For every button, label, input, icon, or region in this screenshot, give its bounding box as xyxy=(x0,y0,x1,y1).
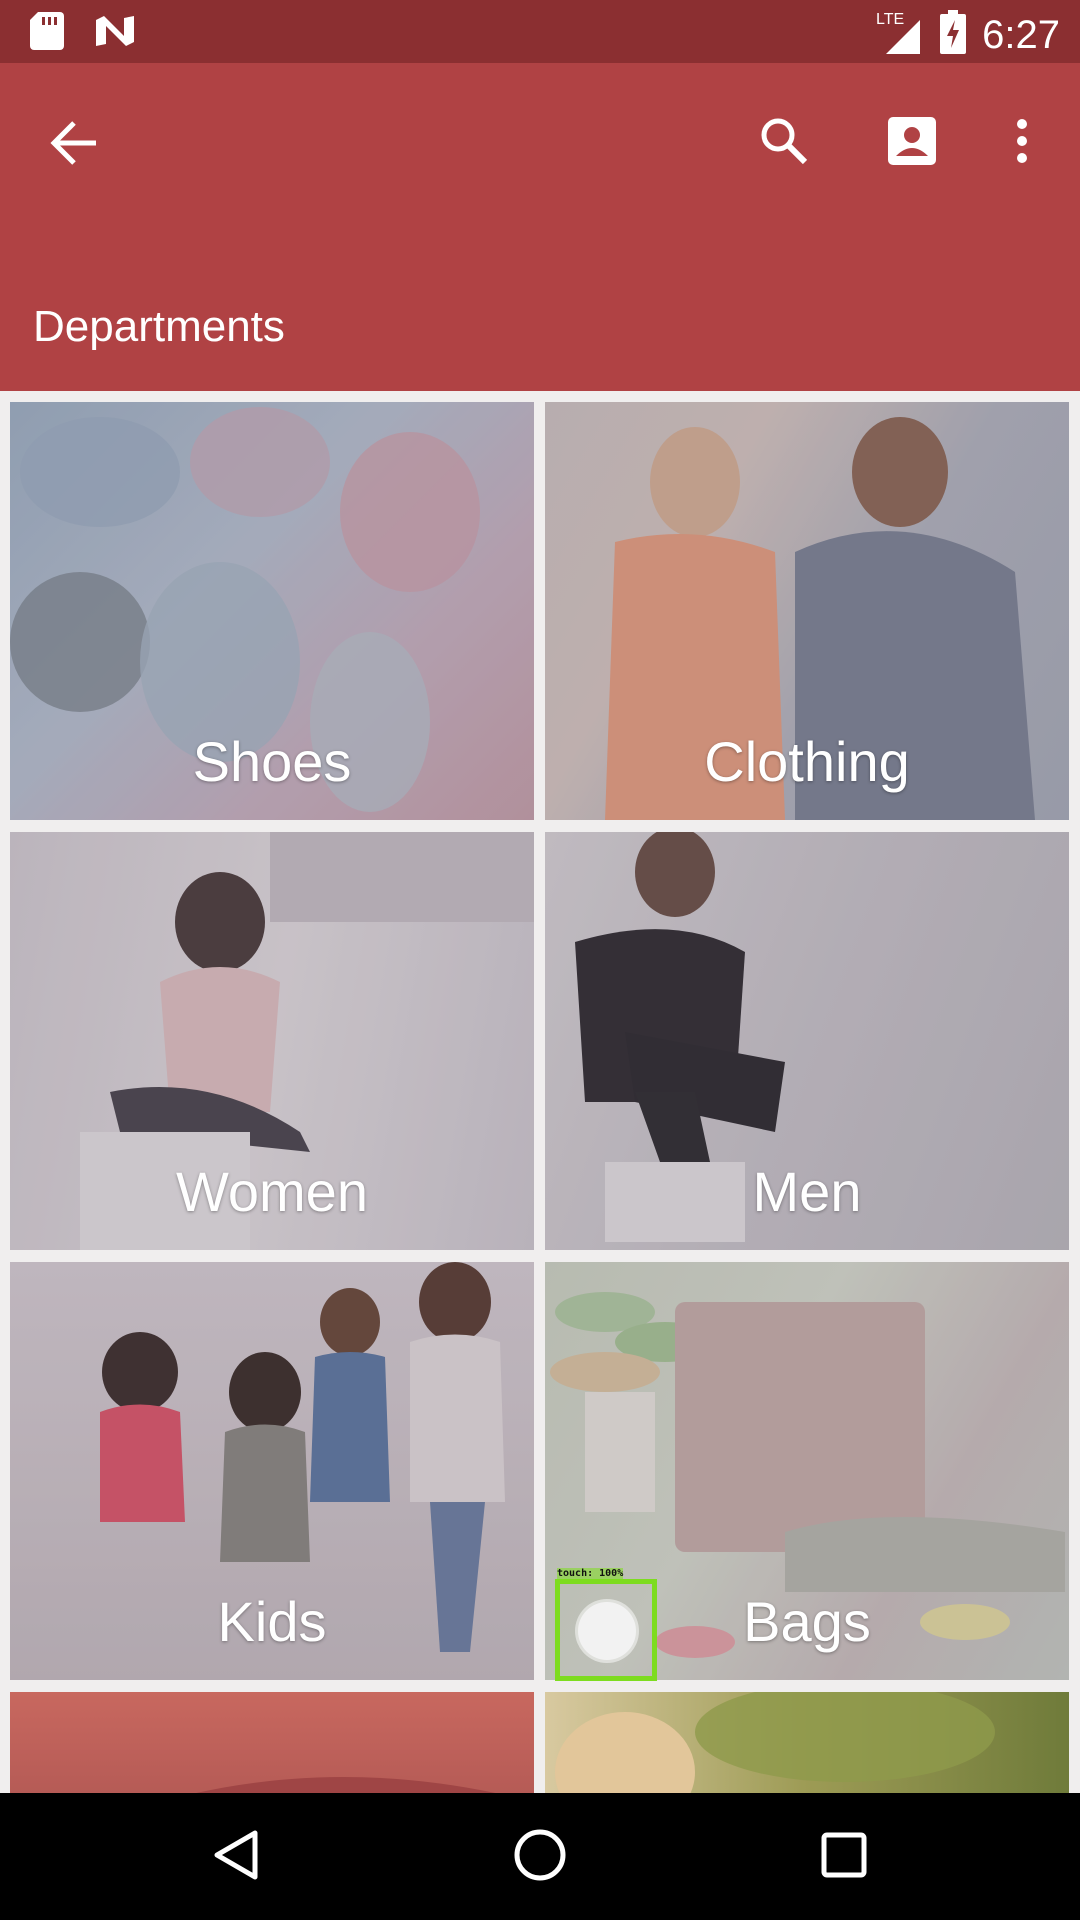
n-notification-icon xyxy=(94,14,136,53)
department-label: Kids xyxy=(217,1590,327,1653)
departments-grid: Shoes Clothing Women Men Kids Bags xyxy=(0,391,1080,1793)
department-tile-partial-right[interactable] xyxy=(545,1692,1069,1793)
search-icon xyxy=(759,116,809,171)
status-bar: LTE 6:27 xyxy=(0,0,1080,63)
nav-back-button[interactable] xyxy=(200,1821,272,1893)
network-label: LTE xyxy=(876,11,904,28)
page-title: Departments xyxy=(33,302,285,351)
search-button[interactable] xyxy=(748,107,820,179)
department-tile-partial-left[interactable] xyxy=(10,1692,534,1793)
sd-card-icon xyxy=(30,12,64,55)
account-button[interactable] xyxy=(876,107,948,179)
back-triangle-icon xyxy=(213,1830,259,1885)
department-tile-clothing[interactable]: Clothing xyxy=(545,402,1069,820)
back-arrow-icon xyxy=(50,120,98,170)
battery-charging-icon xyxy=(940,10,967,59)
department-label: Men xyxy=(752,1160,862,1223)
department-tile-women[interactable]: Women xyxy=(10,832,534,1250)
nav-home-button[interactable] xyxy=(504,1821,576,1893)
more-vert-icon xyxy=(1015,118,1029,169)
system-nav-bar xyxy=(0,1793,1080,1920)
back-button[interactable] xyxy=(40,111,108,179)
department-label: Women xyxy=(176,1160,368,1223)
partial-image xyxy=(196,1777,496,1793)
more-options-button[interactable] xyxy=(990,107,1054,179)
lte-signal-icon: LTE xyxy=(874,8,924,61)
home-circle-icon xyxy=(513,1828,567,1887)
department-label: Clothing xyxy=(704,730,910,793)
department-label: Shoes xyxy=(192,730,352,793)
department-tile-kids[interactable]: Kids xyxy=(10,1262,534,1680)
department-tile-shoes[interactable]: Shoes xyxy=(10,402,534,820)
partial-image xyxy=(555,1692,995,1793)
nav-recents-button[interactable] xyxy=(808,1821,880,1893)
status-time: 6:27 xyxy=(982,12,1060,57)
department-tile-men[interactable]: Men xyxy=(545,832,1069,1250)
touch-point xyxy=(578,1602,636,1660)
recents-square-icon xyxy=(821,1832,867,1883)
account-icon xyxy=(887,116,937,171)
touch-indicator xyxy=(555,1579,657,1681)
app-bar: Departments xyxy=(0,63,1080,391)
